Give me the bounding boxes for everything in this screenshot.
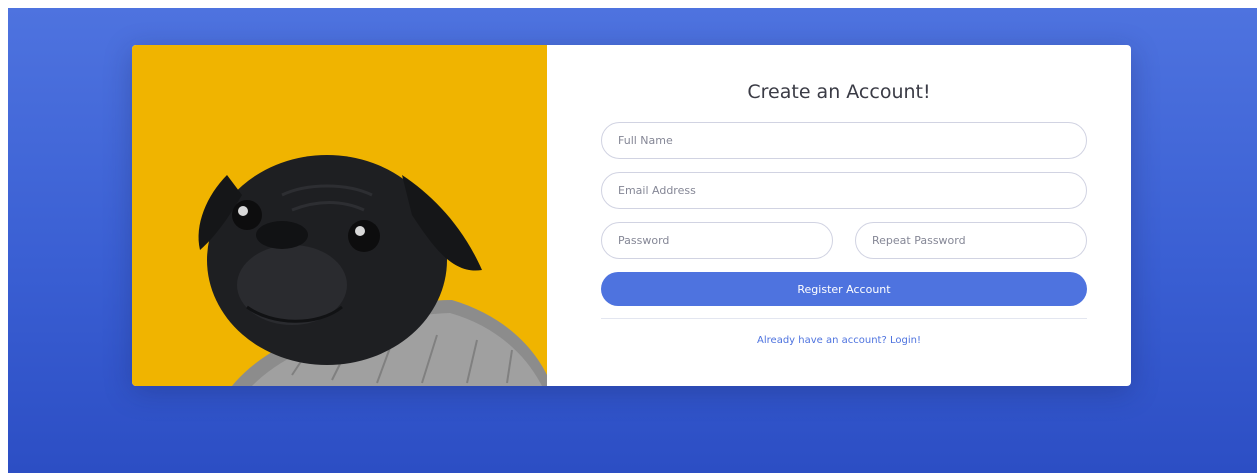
login-link[interactable]: Already have an account? Login! [547,335,1131,346]
divider [601,318,1087,319]
page-title: Create an Account! [747,81,931,103]
email-input[interactable] [601,172,1087,209]
register-form: Create an Account! Register Account Alre… [547,45,1131,386]
full-name-input[interactable] [601,122,1087,159]
pug-photo [132,45,547,386]
register-account-button[interactable]: Register Account [601,272,1087,306]
password-input[interactable] [601,222,833,259]
register-card: Create an Account! Register Account Alre… [132,45,1131,386]
pug-image [198,155,547,386]
repeat-password-input[interactable] [855,222,1087,259]
